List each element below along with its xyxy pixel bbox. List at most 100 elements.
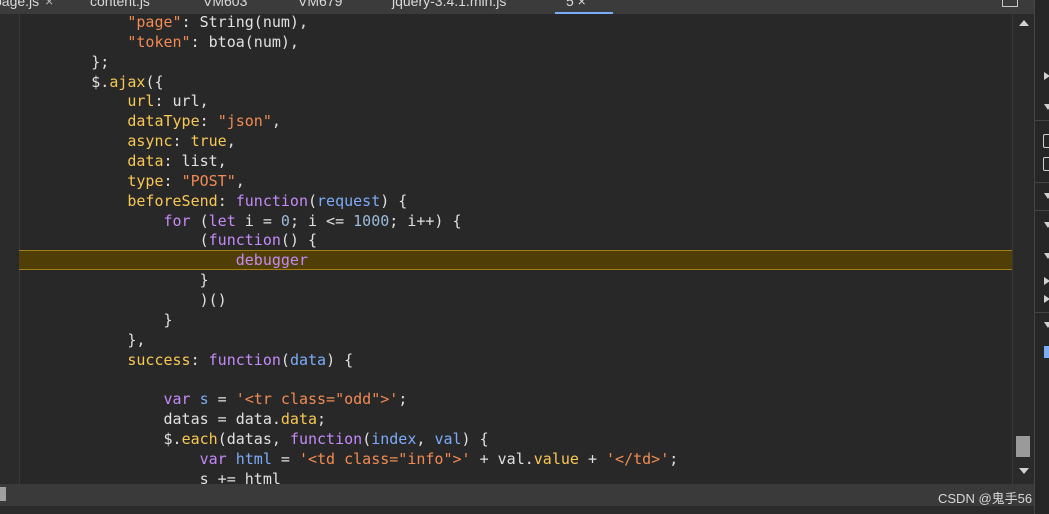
code-token: 0: [280, 211, 290, 230]
code-token: :: [190, 350, 209, 369]
code-token: var: [19, 449, 227, 468]
code-token: success: [19, 350, 191, 369]
tab-page-js[interactable]: page.js ×: [0, 0, 53, 9]
code-token: "page": [19, 14, 182, 31]
code-token: =: [208, 390, 236, 409]
panel-divider: [1035, 210, 1049, 211]
breakpoint-marker-icon[interactable]: [1044, 346, 1049, 358]
code-token: 1000: [353, 211, 390, 230]
code-line: var s = '<tr class="odd">';: [19, 389, 1012, 409]
code-line: "page": String(num),: [19, 14, 1012, 32]
code-token: :: [199, 112, 218, 131]
code-token: dataType: [19, 112, 200, 131]
code-token: html: [235, 449, 272, 468]
code-token: type: [19, 171, 164, 190]
tab-label: page.js: [0, 0, 40, 9]
code-line: for (let i = 0; i <= 1000; i++) {: [19, 211, 1012, 231]
line-gutter[interactable]: [0, 14, 20, 484]
code-token: :: [217, 191, 236, 210]
code-token: s: [199, 390, 209, 409]
code-line: var html = '<td class="info">' + val.val…: [19, 449, 1012, 469]
tab-jquery[interactable]: jquery-3.4.1.min.js: [392, 0, 506, 9]
horizontal-scrollbar[interactable]: [0, 484, 1034, 506]
code-token: (: [190, 211, 209, 230]
code-token: ,: [271, 112, 281, 131]
collapse-arrow-icon[interactable]: [1044, 322, 1049, 328]
code-token: index: [371, 430, 417, 449]
code-line: datas = data.data;: [19, 409, 1012, 429]
code-token: =: [271, 449, 299, 468]
close-icon[interactable]: ×: [45, 0, 53, 9]
tab-active[interactable]: 5 ×: [566, 0, 586, 9]
collapse-arrow-icon[interactable]: [1044, 193, 1049, 199]
code-token: datas = data.: [19, 410, 281, 429]
code-token: beforeSend: [19, 191, 218, 210]
code-token: + val.: [470, 449, 534, 468]
code-token: ,: [416, 430, 435, 449]
code-token: s += html: [19, 469, 281, 484]
collapse-arrow-icon[interactable]: [1044, 104, 1049, 110]
code-token: (: [280, 350, 290, 369]
vertical-scroll-thumb[interactable]: [1016, 436, 1030, 457]
code-token: function: [208, 350, 281, 369]
code-token: ) {: [461, 430, 489, 449]
expand-arrow-icon[interactable]: [1044, 277, 1049, 285]
code-line: }: [19, 310, 1012, 330]
expand-arrow-icon[interactable]: [1044, 295, 1049, 303]
code-line: success: function(data) {: [19, 350, 1012, 370]
code-line: data: list,: [19, 151, 1012, 171]
code-token: ,: [235, 171, 245, 190]
vertical-scrollbar[interactable]: [1012, 14, 1034, 484]
code-token: : btoa(num),: [190, 32, 299, 51]
checkbox-icon[interactable]: [1043, 134, 1049, 148]
code-token: i =: [235, 211, 281, 230]
tab-vm679[interactable]: VM679: [298, 0, 342, 9]
panel-divider: [1035, 312, 1049, 313]
code-token: : url,: [154, 92, 209, 111]
expand-arrow-icon[interactable]: [1044, 72, 1049, 80]
toggle-panel-icon[interactable]: [1002, 0, 1018, 7]
scroll-up-icon[interactable]: [1019, 20, 1029, 26]
code-token: '<td class="info">': [298, 449, 471, 468]
code-token: () {: [280, 231, 318, 250]
code-token: };: [19, 52, 110, 71]
tab-content-js[interactable]: content.js: [90, 0, 150, 9]
code-line: },: [19, 330, 1012, 350]
code-editor[interactable]: "page": String(num), "token": btoa(num),…: [0, 14, 1012, 484]
code-token: data: [19, 152, 164, 171]
code-token: $.: [19, 430, 182, 449]
code-line: type: "POST",: [19, 171, 1012, 191]
collapse-arrow-icon[interactable]: [1044, 253, 1049, 259]
code-line: beforeSend: function(request) {: [19, 191, 1012, 211]
checkbox-icon[interactable]: [1043, 157, 1049, 171]
code-token: +: [578, 449, 607, 468]
code-token: data: [280, 410, 318, 429]
code-token: ) {: [326, 350, 354, 369]
tab-vm603[interactable]: VM603: [203, 0, 247, 9]
code-token: function: [235, 191, 308, 210]
code-token: ajax: [109, 72, 146, 91]
code-token: ;: [398, 390, 408, 409]
code-token: ; i <=: [289, 211, 354, 230]
scroll-down-icon[interactable]: [1019, 468, 1029, 474]
code-token: value: [533, 449, 579, 468]
code-token: :: [172, 132, 191, 151]
paused-code-line: debugger: [19, 250, 1012, 271]
code-token: request: [317, 191, 381, 210]
code-token: let: [208, 211, 236, 230]
code-token: : String(num),: [181, 14, 308, 31]
code-token: each: [181, 430, 218, 449]
code-token: "token": [19, 32, 191, 51]
code-token: function: [208, 231, 281, 250]
code-token: '</td>': [606, 449, 670, 468]
code-token: ;: [317, 410, 327, 429]
code-line: url: url,: [19, 91, 1012, 111]
code-token: ) {: [380, 191, 408, 210]
horizontal-scroll-thumb[interactable]: [0, 487, 6, 501]
code-token: "POST": [181, 171, 236, 190]
collapse-arrow-icon[interactable]: [1044, 222, 1049, 228]
code-token: }: [19, 271, 209, 290]
code-line: dataType: "json",: [19, 111, 1012, 131]
